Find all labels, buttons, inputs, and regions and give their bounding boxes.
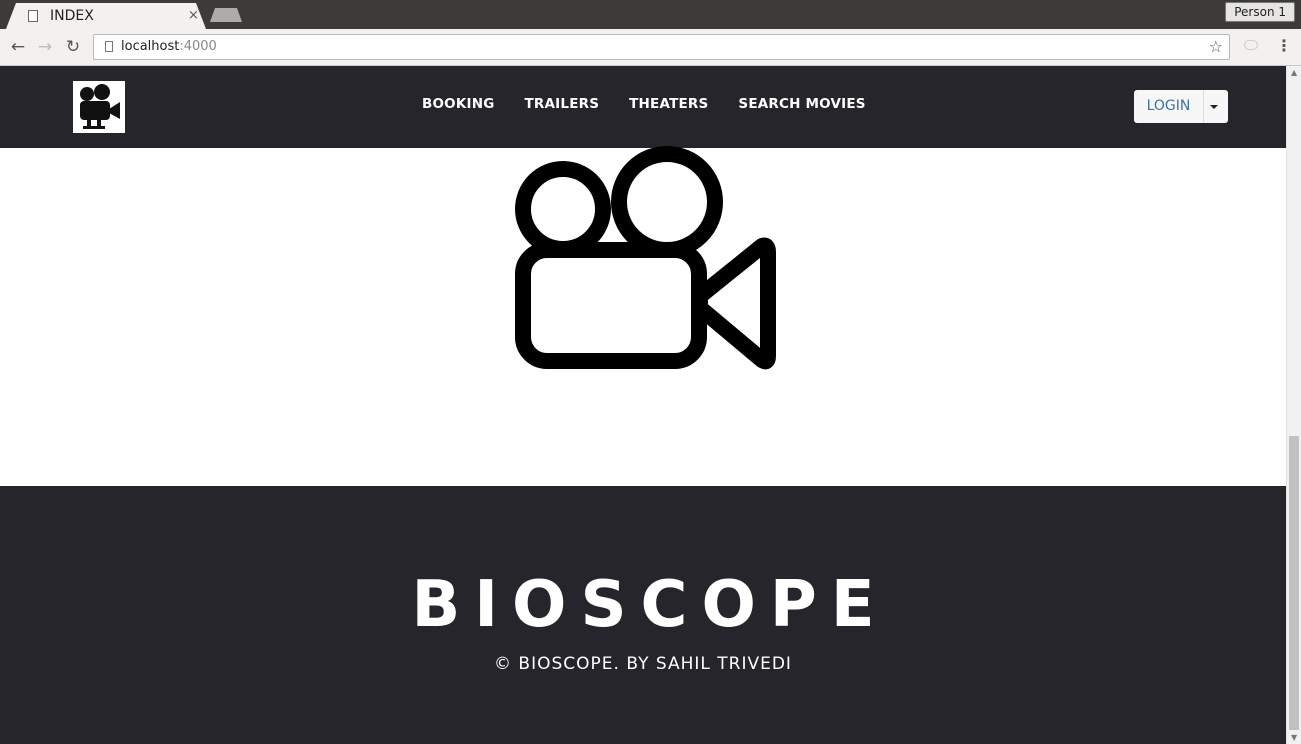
scroll-down-arrow-icon[interactable]: ▼ xyxy=(1291,733,1297,742)
page-scrollbar[interactable]: ▲ ▼ xyxy=(1286,66,1301,744)
nav-theaters[interactable]: THEATERS xyxy=(629,96,708,112)
tab-close-icon[interactable]: × xyxy=(188,8,199,23)
scroll-thumb[interactable] xyxy=(1289,436,1299,730)
movie-camera-outline-icon xyxy=(510,146,780,380)
address-bar[interactable]: localhost:4000 ☆ xyxy=(93,34,1230,60)
page-viewport: BOOKING TRAILERS THEATERS SEARCH MOVIES … xyxy=(0,66,1286,744)
url-text: localhost:4000 xyxy=(121,39,217,54)
movie-camera-icon[interactable] xyxy=(73,81,125,133)
browser-menu-icon[interactable]: ⋮ xyxy=(1276,36,1292,55)
login-button-group: LOGIN xyxy=(1134,90,1228,123)
scroll-up-arrow-icon[interactable]: ▲ xyxy=(1291,68,1297,77)
login-button[interactable]: LOGIN xyxy=(1134,90,1204,123)
bookmark-star-icon[interactable]: ☆ xyxy=(1209,37,1223,56)
site-footer: BIOSCOPE © BIOSCOPE. BY SAHIL TRIVEDI xyxy=(0,486,1286,744)
browser-toolbar: ← → ↻ localhost:4000 ☆ ⋮ xyxy=(0,29,1301,66)
nav-search-movies[interactable]: SEARCH MOVIES xyxy=(738,96,865,112)
back-icon[interactable]: ← xyxy=(8,37,28,57)
browser-tabstrip: INDEX × Person 1 xyxy=(0,0,1301,29)
reload-icon[interactable]: ↻ xyxy=(63,37,83,57)
site-navbar: BOOKING TRAILERS THEATERS SEARCH MOVIES … xyxy=(0,66,1286,148)
extension-icon[interactable] xyxy=(1244,40,1258,50)
page-icon xyxy=(28,10,38,22)
login-dropdown-toggle[interactable] xyxy=(1210,105,1218,109)
forward-icon[interactable]: → xyxy=(35,37,55,57)
profile-button[interactable]: Person 1 xyxy=(1225,2,1295,22)
browser-tab[interactable]: INDEX × xyxy=(6,3,206,29)
main-nav: BOOKING TRAILERS THEATERS SEARCH MOVIES xyxy=(422,96,866,112)
tab-title: INDEX xyxy=(50,8,94,24)
new-tab-button[interactable] xyxy=(210,8,242,22)
page-info-icon[interactable] xyxy=(105,41,113,52)
footer-title: BIOSCOPE xyxy=(411,568,889,642)
nav-booking[interactable]: BOOKING xyxy=(422,96,495,112)
footer-copyright: © BIOSCOPE. BY SAHIL TRIVEDI xyxy=(494,654,792,674)
nav-trailers[interactable]: TRAILERS xyxy=(525,96,600,112)
